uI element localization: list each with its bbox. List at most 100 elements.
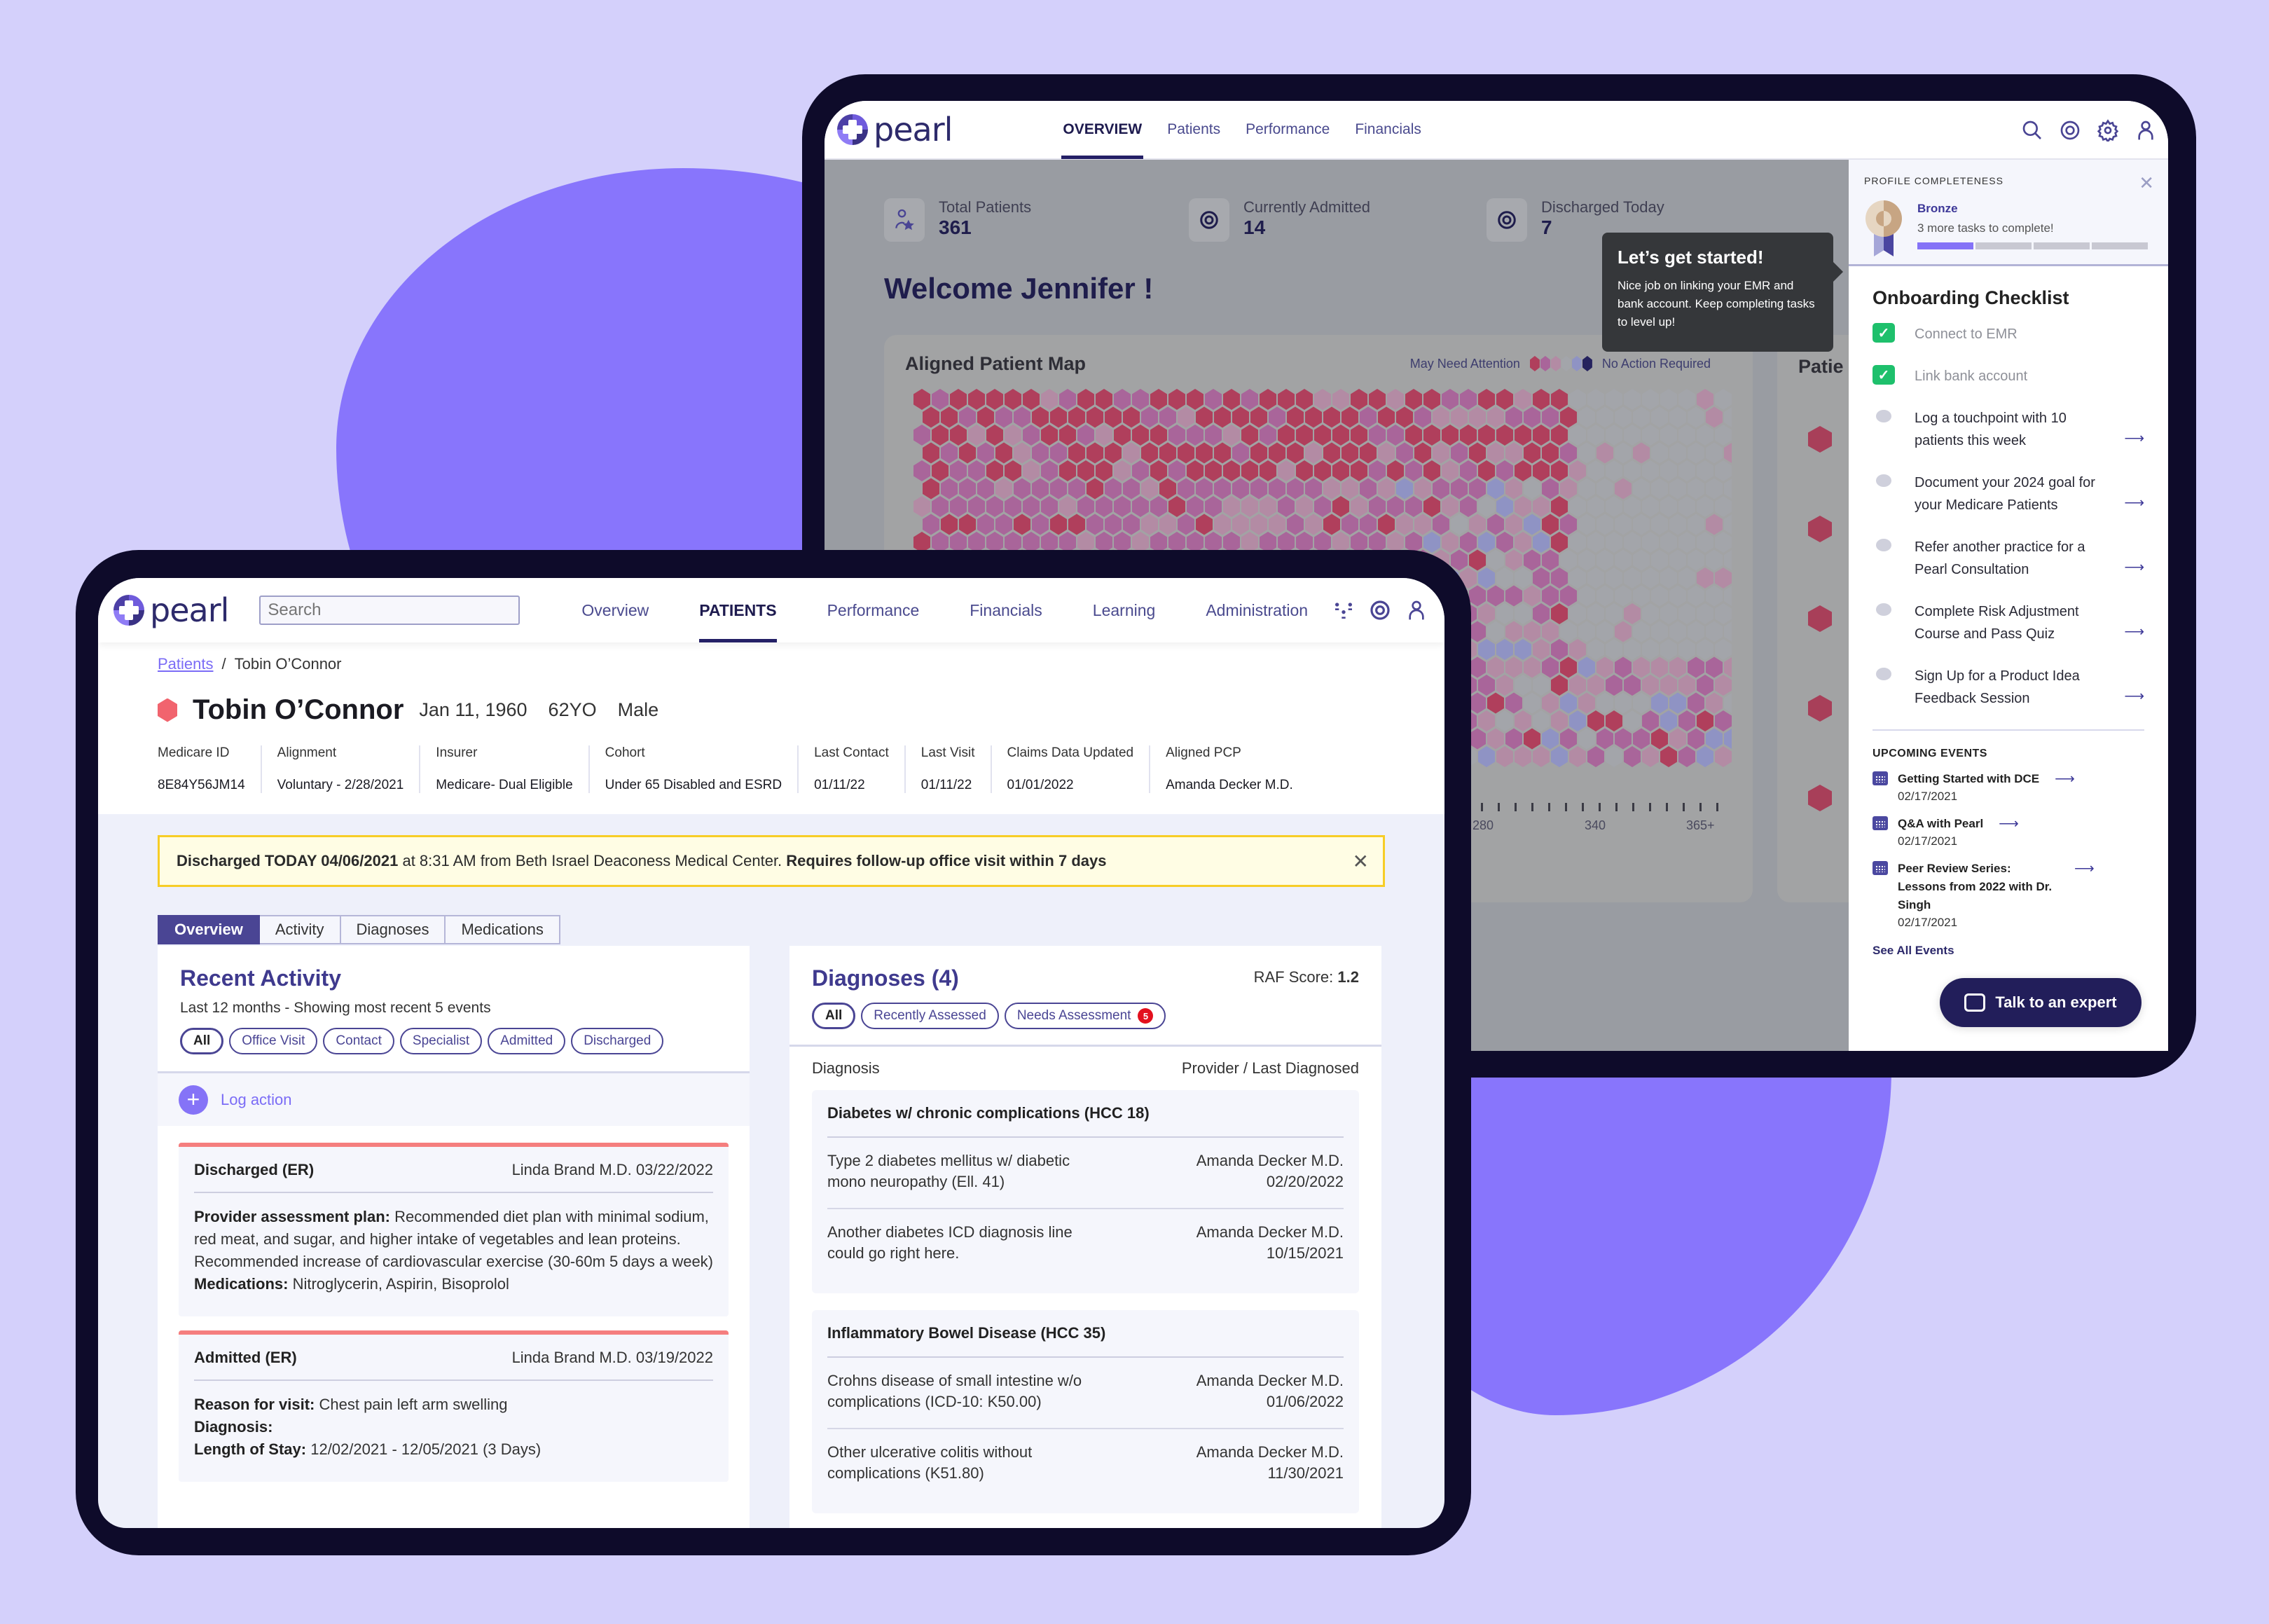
patient-hex[interactable] <box>1442 496 1458 517</box>
patient-hex[interactable] <box>1232 514 1249 535</box>
patient-hex[interactable] <box>1041 389 1058 410</box>
patient-hex[interactable] <box>1542 656 1559 678</box>
patient-hex[interactable] <box>1660 460 1677 481</box>
patient-hex[interactable] <box>1278 460 1295 481</box>
patient-hex[interactable] <box>1688 656 1704 678</box>
nav-performance[interactable]: Performance <box>802 578 945 642</box>
patient-hex[interactable] <box>1014 406 1030 428</box>
patient-hex[interactable] <box>1587 710 1604 731</box>
patient-hex[interactable] <box>1706 514 1723 535</box>
patient-hex[interactable] <box>1460 496 1477 517</box>
patient-hex[interactable] <box>1132 460 1149 481</box>
patient-hex[interactable] <box>1587 496 1604 517</box>
patient-hex[interactable] <box>1560 692 1577 714</box>
patient-hex[interactable] <box>1159 514 1176 535</box>
patient-hex[interactable] <box>1332 460 1349 481</box>
patient-hex[interactable] <box>1196 478 1213 500</box>
patient-hex[interactable] <box>1451 406 1468 428</box>
patient-hex[interactable] <box>1624 496 1641 517</box>
patient-hex[interactable] <box>1678 639 1695 660</box>
patient-hex[interactable] <box>1651 442 1668 464</box>
patient-hex[interactable] <box>1587 603 1604 624</box>
patient-hex[interactable] <box>1706 585 1723 607</box>
patient-hex[interactable] <box>1114 460 1131 481</box>
patient-hex[interactable] <box>1178 514 1194 535</box>
patient-hex[interactable] <box>1624 567 1641 589</box>
patient-hex[interactable] <box>1615 585 1632 607</box>
patient-hex[interactable] <box>1578 442 1595 464</box>
patient-hex[interactable] <box>1433 442 1449 464</box>
patient-hex[interactable] <box>1387 389 1404 410</box>
patient-hex[interactable] <box>1542 514 1559 535</box>
patient-hex[interactable] <box>1587 460 1604 481</box>
patient-hex[interactable] <box>1387 496 1404 517</box>
patient-hex[interactable] <box>1414 514 1431 535</box>
patient-hex[interactable] <box>1651 549 1668 571</box>
patient-hex[interactable] <box>1596 656 1613 678</box>
patient-hex[interactable] <box>1487 728 1504 750</box>
patient-hex[interactable] <box>1141 442 1158 464</box>
patient-hex[interactable] <box>1533 603 1550 624</box>
patient-hex[interactable] <box>1633 406 1650 428</box>
patient-hex[interactable] <box>1678 460 1695 481</box>
patient-hex[interactable] <box>1487 621 1504 642</box>
patient-hex[interactable] <box>1651 406 1668 428</box>
patient-hex[interactable] <box>959 478 976 500</box>
patient-hex[interactable] <box>1414 442 1431 464</box>
patient-hex[interactable] <box>1278 389 1295 410</box>
patient-hex[interactable] <box>1706 656 1723 678</box>
patient-hex[interactable] <box>1606 389 1622 410</box>
see-all-events-link[interactable]: See All Events <box>1849 941 2168 961</box>
nav-financials[interactable]: Financials <box>944 578 1068 642</box>
patient-hex[interactable] <box>977 442 994 464</box>
patient-hex[interactable] <box>1123 442 1140 464</box>
event-item[interactable]: Q&A with Pearl 02/17/2021 ⟶ <box>1849 815 2168 850</box>
patient-hex[interactable] <box>1360 406 1377 428</box>
patient-hex[interactable] <box>1688 621 1704 642</box>
patient-hex[interactable] <box>1624 460 1641 481</box>
patient-hex[interactable] <box>1505 406 1522 428</box>
event-item[interactable]: Getting Started with DCE 02/17/2021 ⟶ <box>1849 770 2168 805</box>
patient-hex[interactable] <box>1314 425 1331 446</box>
patient-hex[interactable] <box>1624 389 1641 410</box>
patient-hex[interactable] <box>1660 532 1677 553</box>
patient-hex[interactable] <box>932 425 949 446</box>
patient-hex[interactable] <box>1697 425 1713 446</box>
patient-hex[interactable] <box>1050 406 1067 428</box>
patient-hex[interactable] <box>1524 692 1540 714</box>
patient-hex[interactable] <box>1478 567 1495 589</box>
patient-hex[interactable] <box>1706 549 1723 571</box>
patient-hex[interactable] <box>1660 603 1677 624</box>
patient-hex[interactable] <box>1669 585 1686 607</box>
patient-hex[interactable] <box>1014 514 1030 535</box>
patient-hex[interactable] <box>1487 692 1504 714</box>
patient-hex[interactable] <box>1505 621 1522 642</box>
patient-hex[interactable] <box>1533 425 1550 446</box>
patient-hex[interactable] <box>1305 406 1322 428</box>
patient-hex[interactable] <box>1250 478 1267 500</box>
patient-hex[interactable] <box>1606 567 1622 589</box>
patient-hex[interactable] <box>1405 425 1422 446</box>
patient-hex[interactable] <box>1669 442 1686 464</box>
patient-hex[interactable] <box>1205 389 1222 410</box>
patient-hex[interactable] <box>1678 746 1695 767</box>
patient-hex[interactable] <box>1615 621 1632 642</box>
patient-hex[interactable] <box>1369 460 1386 481</box>
patient-hex[interactable] <box>941 514 958 535</box>
patient-hex[interactable] <box>1505 478 1522 500</box>
nav-administration[interactable]: Administration <box>1180 578 1333 642</box>
patient-hex[interactable] <box>1068 514 1085 535</box>
patient-hex[interactable] <box>1688 514 1704 535</box>
nav-patients[interactable]: Patients <box>1154 101 1233 159</box>
patient-hex[interactable] <box>1669 656 1686 678</box>
patient-hex[interactable] <box>941 442 958 464</box>
breadcrumb-patients-link[interactable]: Patients <box>158 655 214 673</box>
patient-hex[interactable] <box>1697 710 1713 731</box>
patient-hex[interactable] <box>1615 549 1632 571</box>
patient-hex[interactable] <box>941 406 958 428</box>
patient-hex[interactable] <box>923 406 939 428</box>
patient-hex[interactable] <box>1715 675 1732 696</box>
diagnosis-row[interactable]: Crohns disease of small intestine w/o co… <box>827 1358 1344 1429</box>
patient-hex[interactable] <box>1533 675 1550 696</box>
patient-hex[interactable] <box>1478 389 1495 410</box>
